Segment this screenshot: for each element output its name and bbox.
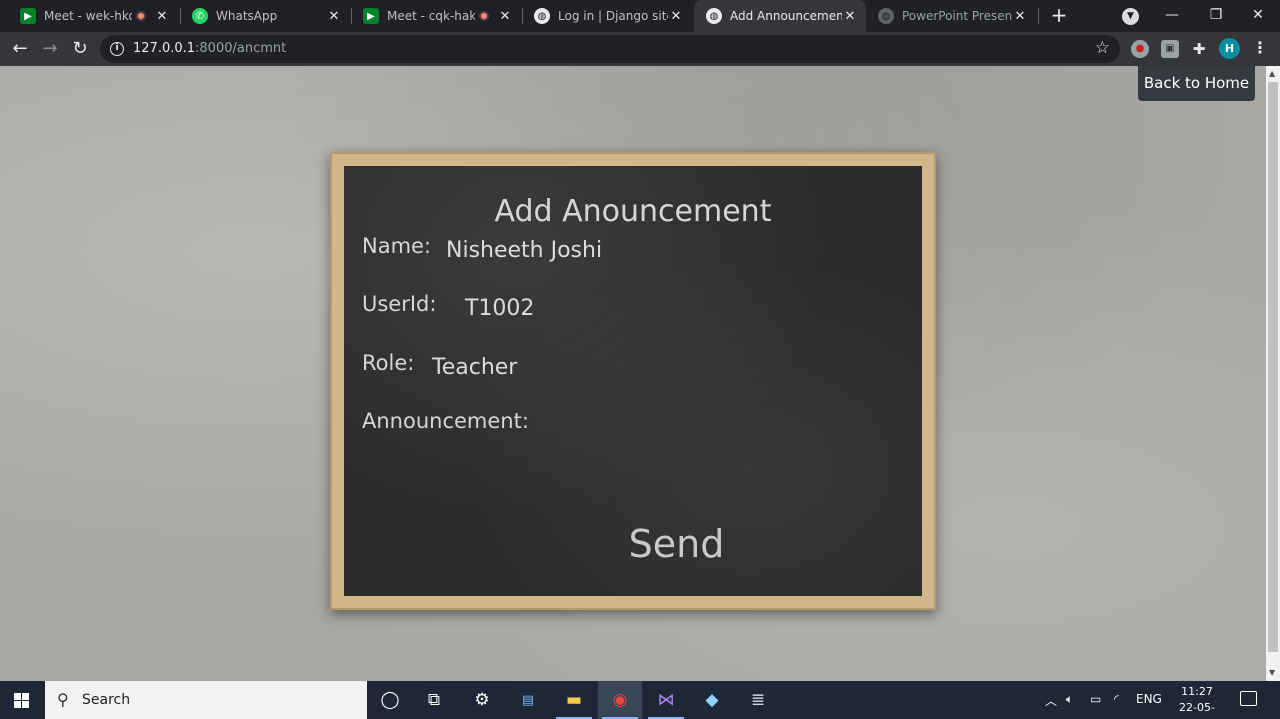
visual-studio-icon[interactable]: ⋈ <box>644 681 688 719</box>
close-tab-icon[interactable]: ✕ <box>154 9 170 24</box>
new-tab-button[interactable]: + <box>1048 4 1070 26</box>
tab-powerpoint[interactable]: ◍ PowerPoint Presentati ✕ <box>866 0 1036 32</box>
tab-meet-1[interactable]: ▶ Meet - wek-hkou- ✕ <box>8 0 178 32</box>
browser-menu-icon[interactable]: ⋮ <box>1252 38 1268 57</box>
clock-date: 22-05-2021 <box>1179 701 1215 719</box>
bookmark-star-icon[interactable]: ☆ <box>1095 38 1110 58</box>
meet-icon: ▶ <box>20 8 36 24</box>
task-view-icon[interactable]: ⧉ <box>412 681 456 719</box>
back-icon[interactable]: ← <box>8 37 32 61</box>
search-placeholder: Search <box>82 692 131 708</box>
userid-label: UserId: <box>362 292 437 316</box>
clock[interactable]: 11:27 22-05-2021 <box>1166 684 1228 719</box>
tab-title: PowerPoint Presentati <box>902 9 1012 23</box>
cortana-icon[interactable]: ◯ <box>368 681 412 719</box>
profile-avatar[interactable]: H <box>1219 38 1240 59</box>
globe-icon: ◍ <box>878 8 894 24</box>
whatsapp-icon: ✆ <box>192 8 208 24</box>
role-value: Teacher <box>432 355 518 380</box>
extension-icon[interactable]: ▣ <box>1161 40 1179 58</box>
tab-add-announcement[interactable]: ◍ Add Announcement ✕ <box>694 0 866 32</box>
chalkboard-frame: Add Anouncement Name: Nisheeth Joshi Use… <box>330 152 936 610</box>
close-tab-icon[interactable]: ✕ <box>842 9 858 24</box>
announcement-label: Announcement: <box>362 409 529 433</box>
recording-icon <box>136 11 146 21</box>
url-text[interactable]: 127.0.0.1:8000/ancmnt <box>133 41 286 56</box>
scrollbar-thumb[interactable] <box>1268 82 1278 652</box>
tab-title: Add Announcement <box>730 9 842 23</box>
announcement-form: Add Anouncement Name: Nisheeth Joshi Use… <box>344 166 922 596</box>
taskbar-search-box[interactable]: ⚲ Search <box>45 681 367 719</box>
form-title: Add Anouncement <box>494 194 772 229</box>
reload-icon[interactable]: ↻ <box>68 37 92 61</box>
tab-django-login[interactable]: ◍ Log in | Django site ad ✕ <box>522 0 692 32</box>
chrome-icon[interactable]: ◉ <box>598 681 642 719</box>
settings-gear-icon[interactable]: ⚙ <box>460 681 504 719</box>
browser-toolbar: ← → ↻ i 127.0.0.1:8000/ancmnt ☆ ● ▣ ✚ H … <box>0 32 1280 66</box>
userid-value: T1002 <box>465 296 535 321</box>
close-tab-icon[interactable]: ✕ <box>668 9 684 24</box>
scroll-up-icon[interactable]: ▲ <box>1269 69 1275 78</box>
close-window-icon[interactable]: ✕ <box>1236 0 1280 32</box>
notepad-icon[interactable]: ◆ <box>690 681 734 719</box>
windows-taskbar: ⚲ Search ◯ ⧉ ⚙ ▤ ▬ ◉ ⋈ ◆ ≣ ︿ 🔈︎ ▭ ◜ ENG … <box>0 681 1280 719</box>
tab-title: Meet - cqk-hakv-r <box>387 9 475 23</box>
file-explorer-icon[interactable]: ▬ <box>552 681 596 719</box>
wifi-icon[interactable]: ◜ <box>1114 692 1119 706</box>
close-tab-icon[interactable]: ✕ <box>1012 9 1028 24</box>
close-tab-icon[interactable]: ✕ <box>326 9 342 24</box>
tab-title: Meet - wek-hkou- <box>44 9 132 23</box>
name-value: Nisheeth Joshi <box>446 238 603 263</box>
back-to-home-button[interactable]: Back to Home <box>1138 66 1255 101</box>
start-button[interactable] <box>0 681 45 719</box>
tab-title: Log in | Django site ad <box>558 9 668 23</box>
address-bar[interactable]: i 127.0.0.1:8000/ancmnt ☆ <box>100 35 1120 63</box>
globe-icon: ◍ <box>706 8 722 24</box>
restore-icon[interactable]: ❐ <box>1194 0 1238 32</box>
language-indicator[interactable]: ENG <box>1136 692 1162 706</box>
volume-icon[interactable]: 🔈︎ <box>1066 692 1073 707</box>
windows-logo-icon <box>14 693 30 708</box>
forward-icon[interactable]: → <box>38 37 62 61</box>
globe-icon: ◍ <box>534 8 550 24</box>
tab-title: WhatsApp <box>216 9 278 23</box>
close-tab-icon[interactable]: ✕ <box>497 9 513 24</box>
page-scrollbar[interactable]: ▲ ▼ <box>1266 66 1280 681</box>
browser-tab-strip: ▶ Meet - wek-hkou- ✕ ✆ WhatsApp ✕ ▶ Meet… <box>0 0 1280 32</box>
dev-cpp-icon[interactable]: ▤ <box>506 681 550 719</box>
recording-icon <box>479 11 489 21</box>
tab-search-icon[interactable]: ▼ <box>1122 8 1139 25</box>
extensions-puzzle-icon[interactable]: ✚ <box>1190 40 1208 58</box>
name-label: Name: <box>362 234 432 258</box>
notification-center-icon[interactable] <box>1240 691 1257 706</box>
site-info-icon[interactable]: i <box>110 42 124 56</box>
tab-meet-2[interactable]: ▶ Meet - cqk-hakv-r ✕ <box>351 0 521 32</box>
send-button[interactable]: Send <box>614 516 739 572</box>
database-icon[interactable]: ≣ <box>736 681 780 719</box>
meet-icon: ▶ <box>363 8 379 24</box>
page-content: Back to Home Add Anouncement Name: Nishe… <box>0 66 1266 681</box>
tray-expand-icon[interactable]: ︿ <box>1045 692 1057 709</box>
tab-whatsapp[interactable]: ✆ WhatsApp ✕ <box>180 0 350 32</box>
scroll-down-icon[interactable]: ▼ <box>1269 668 1275 677</box>
minimize-icon[interactable]: — <box>1150 0 1194 32</box>
announcement-input[interactable] <box>362 456 902 516</box>
extension-record-icon[interactable]: ● <box>1131 40 1149 58</box>
clock-time: 11:27 <box>1181 685 1213 698</box>
battery-icon[interactable]: ▭ <box>1090 692 1101 706</box>
role-label: Role: <box>362 351 415 375</box>
search-icon: ⚲ <box>57 690 69 709</box>
